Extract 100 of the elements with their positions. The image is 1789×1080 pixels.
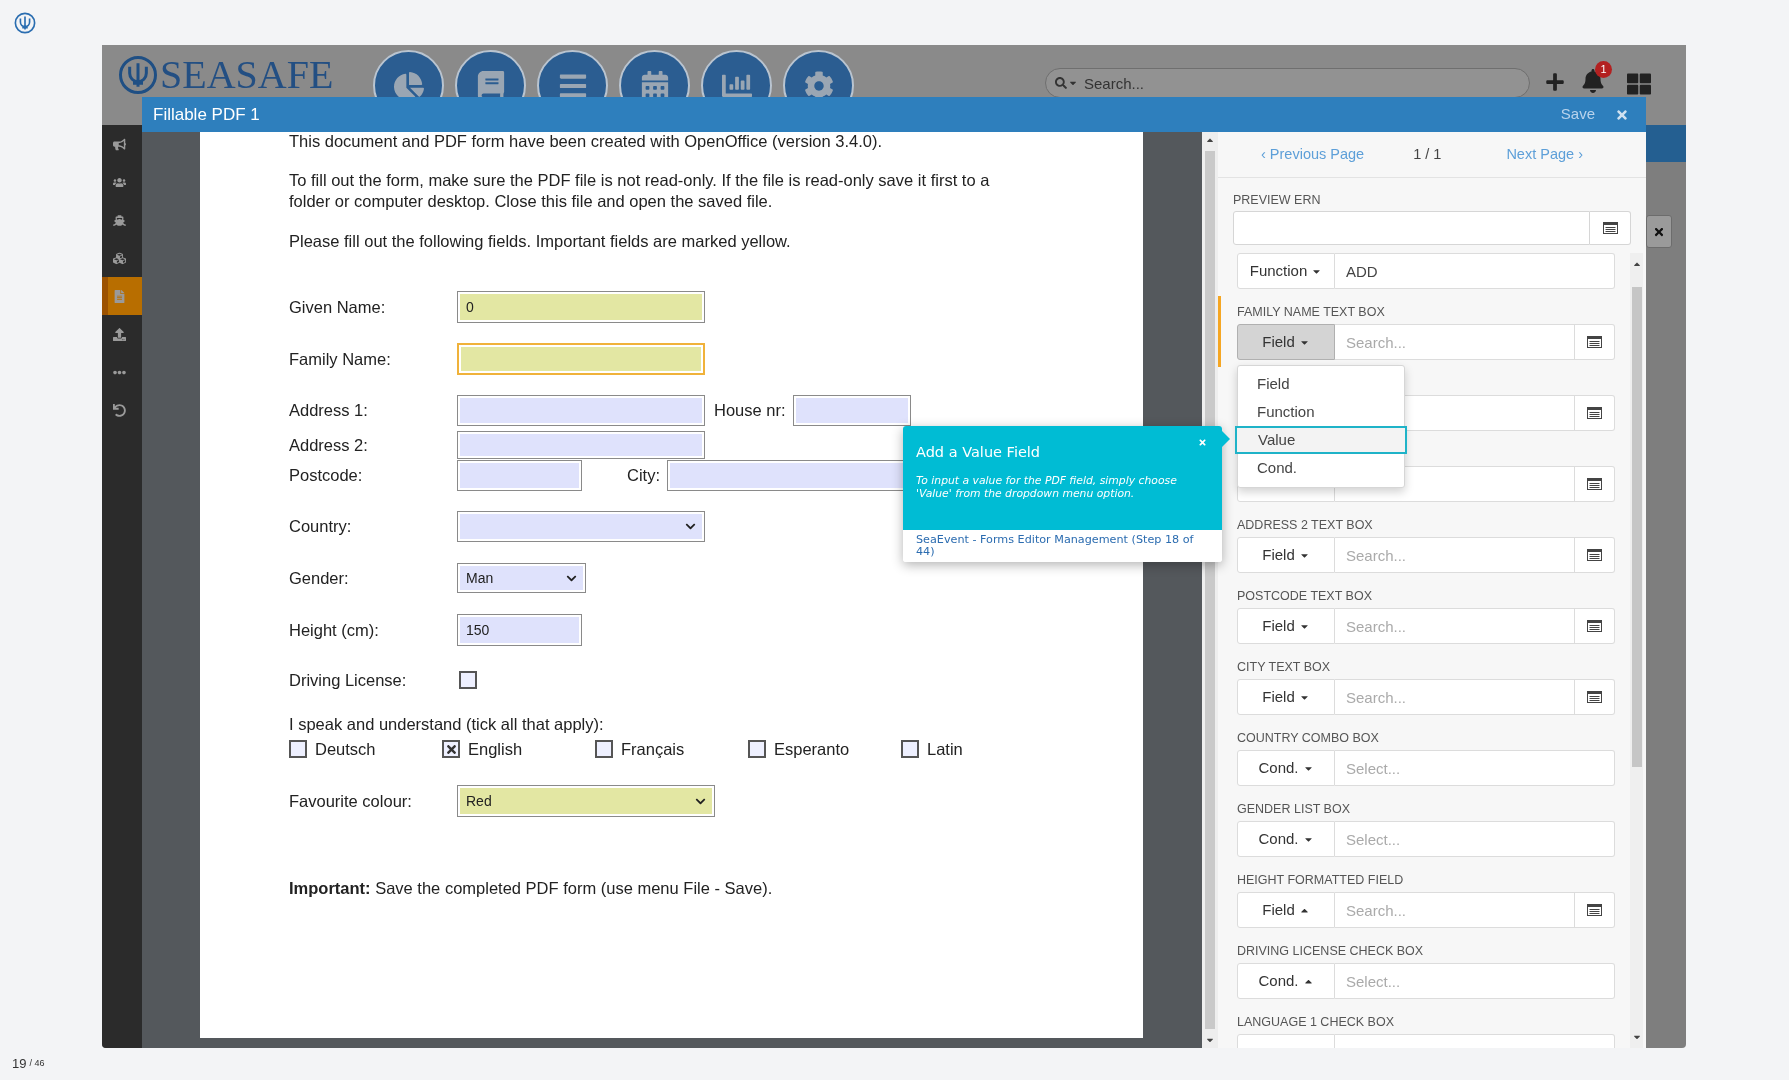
list-button[interactable] — [1575, 892, 1615, 928]
search-icon — [1055, 77, 1067, 89]
select-field[interactable]: Select... — [1335, 963, 1615, 999]
menu-item[interactable]: Function — [1238, 398, 1404, 426]
list-button[interactable] — [1575, 395, 1615, 431]
text-field[interactable] — [457, 343, 705, 375]
paragraph: Please fill out the following fields. Important fields are marked yellow. — [289, 231, 792, 251]
section-label: POSTCODE TEXT BOX — [1237, 589, 1372, 603]
page-indicator: 1 / 1 — [1413, 144, 1442, 164]
list-button[interactable] — [1575, 537, 1615, 573]
select-field[interactable]: Select... — [1335, 750, 1615, 786]
page-total: / 46 — [29, 1057, 45, 1071]
list-icon — [1587, 478, 1602, 490]
list-button[interactable] — [1575, 608, 1615, 644]
list-button[interactable] — [1575, 679, 1615, 715]
field-label: Favourite colour: — [289, 790, 413, 812]
value-field[interactable]: ADD — [1335, 253, 1615, 289]
mode-dropdown-button[interactable]: Field — [1237, 537, 1335, 573]
section-label: FAMILY NAME TEXT BOX — [1237, 305, 1385, 319]
field-label: City: — [627, 465, 660, 487]
text-field[interactable] — [457, 431, 705, 459]
add-icon[interactable] — [1545, 72, 1565, 92]
field-label: Given Name: — [289, 296, 387, 318]
users-icon — [113, 175, 126, 189]
list-button[interactable] — [1590, 211, 1631, 245]
cross-icon — [444, 742, 458, 756]
mode-dropdown-button[interactable]: Field — [1237, 324, 1335, 360]
field-label: Postcode: — [289, 465, 364, 487]
checkbox[interactable] — [442, 740, 460, 758]
list-icon — [1587, 407, 1602, 419]
chevron-down-icon — [685, 521, 696, 532]
text-field[interactable]: 150 — [457, 614, 582, 646]
list-icon — [1587, 691, 1602, 703]
logo-icon — [14, 11, 36, 34]
field-label: Address 1: — [289, 400, 369, 422]
ship-icon — [113, 213, 126, 227]
mode-dropdown-button[interactable]: Cond. — [1237, 750, 1335, 786]
section-label: GENDER LIST BOX — [1237, 802, 1350, 816]
dropdown-field[interactable]: Man — [457, 563, 586, 593]
list-button[interactable] — [1575, 324, 1615, 360]
text-field[interactable]: 0 — [457, 291, 705, 323]
close-icon[interactable] — [1615, 107, 1629, 122]
page-number: 19 — [12, 1055, 27, 1074]
checkbox-label: Deutsch — [315, 738, 376, 760]
checkbox-label: Latin — [927, 738, 963, 760]
preview-field[interactable] — [1233, 211, 1590, 245]
megaphone-icon — [113, 137, 126, 151]
paragraph: Important: Save the completed PDF form (use menu File - Save). — [289, 878, 774, 898]
section-label: HEIGHT FORMATTED FIELD — [1237, 873, 1404, 887]
text-field[interactable] — [457, 460, 582, 491]
search-field[interactable]: Search... — [1045, 68, 1530, 98]
field-label: Driving License: — [289, 669, 408, 691]
menu-item[interactable]: Cond. — [1238, 454, 1404, 482]
field-label: Height (cm): — [289, 619, 380, 641]
list-icon — [1602, 222, 1618, 234]
step-link[interactable]: SeaEvent - Forms Editor Management (Step 18 of 44) — [916, 534, 1209, 558]
paragraph: This document and PDF form have been created with OpenOffice (version 3.4.0). — [289, 132, 884, 151]
checkbox[interactable] — [289, 740, 307, 758]
list-icon — [1587, 549, 1602, 561]
field-label: I speak and understand (tick all that apply): — [289, 714, 605, 734]
mode-dropdown-button[interactable]: Cond. — [1237, 821, 1335, 857]
popup-text: To input a value for the PDF field, simply choose 'Value' from the dropdown menu option. — [916, 474, 1178, 500]
grid-icon[interactable] — [1627, 72, 1651, 96]
close-icon — [1653, 225, 1665, 238]
menu-item[interactable]: Field — [1238, 370, 1404, 398]
checkbox[interactable] — [901, 740, 919, 758]
section-label: ADDRESS 2 TEXT BOX — [1237, 518, 1373, 532]
mode-dropdown-button[interactable]: Field — [1237, 679, 1335, 715]
close-button[interactable] — [1646, 215, 1672, 248]
paragraph: To fill out the form, make sure the PDF file is not read-only. If the file is read-only save it first to a folder or computer desktop. Close this file and open the saved file. — [289, 170, 991, 212]
document-icon — [113, 289, 126, 303]
list-icon — [1587, 904, 1602, 916]
mode-dropdown-button[interactable]: Function — [1237, 253, 1335, 289]
section-label: CITY TEXT BOX — [1237, 660, 1331, 674]
dropdown-field[interactable]: Red — [457, 785, 715, 817]
select-field[interactable]: Select... — [1335, 821, 1615, 857]
dropdown-field[interactable] — [457, 511, 705, 542]
field-label: Family Name: — [289, 348, 392, 370]
checkbox[interactable] — [595, 740, 613, 758]
text-field[interactable] — [457, 395, 705, 426]
undo-icon — [113, 403, 126, 417]
mode-dropdown-button[interactable]: Field — [1237, 892, 1335, 928]
logo-text: SEASAFE — [160, 53, 334, 97]
upload-icon — [113, 327, 126, 341]
checkbox[interactable] — [748, 740, 766, 758]
cubes-icon — [113, 251, 126, 265]
mode-dropdown-button[interactable]: Field — [1237, 608, 1335, 644]
menu-item[interactable]: Value — [1235, 426, 1407, 454]
section-label: PREVIEW ERN — [1233, 192, 1322, 208]
checkbox-label: Esperanto — [774, 738, 850, 760]
list-button[interactable] — [1575, 466, 1615, 502]
section-label: COUNTRY COMBO BOX — [1237, 731, 1379, 745]
checkbox[interactable] — [459, 671, 477, 689]
mode-dropdown-button[interactable]: Cond. — [1237, 963, 1335, 999]
text-field[interactable] — [792, 395, 911, 426]
logo-icon — [118, 55, 158, 95]
field-label: House nr: — [714, 400, 786, 422]
list-icon — [1587, 620, 1602, 632]
checkbox-label: Français — [621, 738, 685, 760]
scrollbar[interactable] — [1630, 253, 1643, 1048]
